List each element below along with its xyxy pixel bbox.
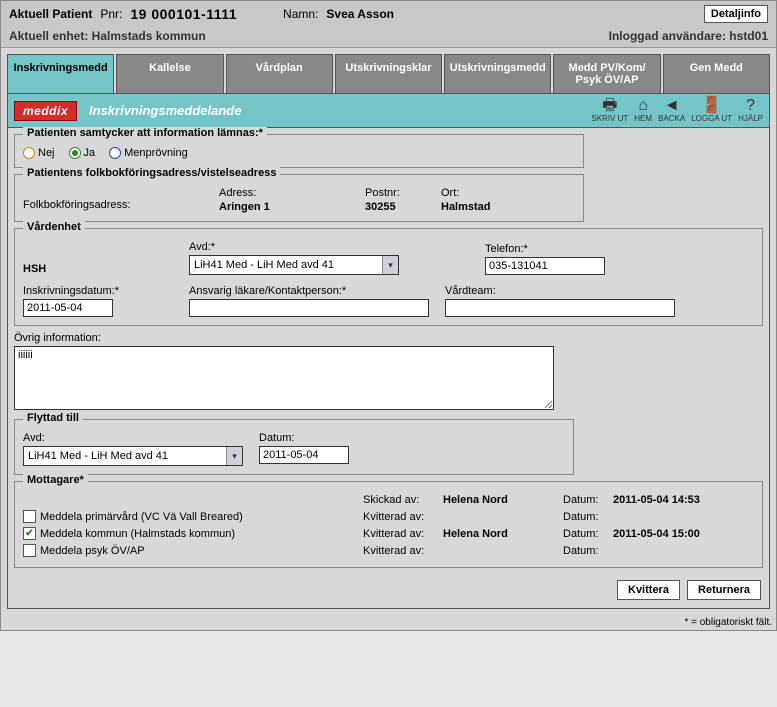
vardenhet-fieldset: Vårdenhet HSH Avd:* LiH41 Med - LiH Med … — [14, 228, 763, 326]
hsh-label: HSH — [23, 263, 173, 275]
chevron-down-icon: ▾ — [226, 447, 242, 465]
adress-legend: Patientens folkbokföringsadress/vistelse… — [23, 167, 280, 179]
kvitterad-av-label: Kvitterad av: — [363, 528, 443, 540]
namn-value: Svea Asson — [326, 7, 394, 21]
radio-nej[interactable]: Nej — [23, 147, 55, 159]
aktuell-patient-label: Aktuell Patient — [9, 7, 92, 21]
kvitterad-datum-label: Datum: — [563, 528, 613, 540]
ovrig-label: Övrig information: — [14, 332, 763, 344]
flyttad-legend: Flyttad till — [23, 412, 83, 424]
topbar: Aktuell Patient Pnr: 19 000101-1111 Namn… — [1, 1, 776, 48]
avd-select[interactable]: LiH41 Med - LiH Med avd 41 ▾ — [189, 255, 399, 275]
radio-menprovning[interactable]: Menprövning — [109, 147, 188, 159]
mottag-checkbox-1[interactable]: ✔ — [23, 527, 36, 540]
ansvarig-input[interactable] — [189, 299, 429, 317]
inskrivningsdatum-input[interactable] — [23, 299, 113, 317]
ovrig-block: Övrig information: iiiiii — [14, 332, 763, 413]
returnera-button[interactable]: Returnera — [687, 580, 761, 600]
mottag-paren: (Halmstads kommun) — [131, 528, 236, 540]
tab-medd-pvkom[interactable]: Medd PV/Kom/ Psyk ÖV/AP — [553, 54, 660, 93]
mottagare-fieldset: Mottagare* Skickad av: Helena Nord Datum… — [14, 481, 763, 568]
skickad-av-value: Helena Nord — [443, 494, 563, 506]
flyttad-avd-label: Avd: — [23, 432, 243, 444]
kvittera-button[interactable]: Kvittera — [617, 580, 680, 600]
vardteam-label: Vårdteam: — [445, 285, 675, 297]
flyttad-datum-input[interactable] — [259, 446, 349, 464]
flyttad-fieldset: Flyttad till Avd: LiH41 Med - LiH Med av… — [14, 419, 574, 475]
inskrivningsdatum-label: Inskrivningsdatum:* — [23, 285, 173, 297]
detaljinfo-button[interactable]: Detaljinfo — [704, 5, 768, 23]
section-bar: meddix Inskrivningsmeddelande 🖶SKRIV UT … — [7, 93, 770, 128]
samtycker-legend: Patienten samtycker att information lämn… — [23, 127, 267, 139]
home-button[interactable]: ⌂HEM — [634, 98, 652, 123]
tab-vardplan[interactable]: Vårdplan — [226, 54, 333, 93]
folkbok-label: Folkbokföringsadress: — [23, 199, 203, 211]
mottag-paren: (VC Vä Vall Breared) — [141, 511, 243, 523]
flyttad-datum-label: Datum: — [259, 432, 349, 444]
postnr-label: Postnr: — [365, 187, 425, 199]
tab-bar: Inskrivningsmedd Kallelse Vårdplan Utskr… — [1, 48, 776, 93]
tab-utskrivningsklar[interactable]: Utskrivningsklar — [335, 54, 442, 93]
ovrig-textarea[interactable]: iiiiii — [14, 346, 554, 410]
logout-button[interactable]: 🚪LOGGA UT — [691, 98, 732, 123]
mottag-label: Meddela psyk ÖV/AP — [40, 545, 145, 557]
avd-label: Avd:* — [189, 241, 399, 253]
namn-label: Namn: — [283, 7, 318, 21]
skickad-av-label: Skickad av: — [363, 494, 443, 506]
mottag-checkbox-2[interactable] — [23, 544, 36, 557]
skickad-datum-label: Datum: — [563, 494, 613, 506]
app-window: Aktuell Patient Pnr: 19 000101-1111 Namn… — [0, 0, 777, 631]
telefon-label: Telefon:* — [485, 243, 605, 255]
home-icon: ⌂ — [638, 98, 648, 114]
vardteam-input[interactable] — [445, 299, 675, 317]
content-area: Patienten samtycker att information lämn… — [7, 128, 770, 609]
inloggad-user: Inloggad användare: hstd01 — [609, 29, 768, 43]
help-icon: ? — [746, 98, 755, 114]
mottag-label: Meddela kommun — [40, 528, 127, 540]
telefon-input[interactable] — [485, 257, 605, 275]
ort-value: Halmstad — [441, 201, 491, 213]
adress-value: Aringen 1 — [219, 201, 349, 213]
chevron-down-icon: ▾ — [382, 256, 398, 274]
adress-label: Adress: — [219, 187, 349, 199]
postnr-value: 30255 — [365, 201, 425, 213]
back-arrow-icon: ◄ — [664, 98, 680, 114]
kvitterad-av-label: Kvitterad av: — [363, 545, 443, 557]
pnr-value: 19 000101-1111 — [130, 6, 237, 22]
kvitterad-datum-label: Datum: — [563, 511, 613, 523]
door-icon: 🚪 — [702, 98, 722, 114]
pnr-label: Pnr: — [100, 7, 122, 21]
radio-ja[interactable]: Ja — [69, 147, 96, 159]
footer-buttons: Kvittera Returnera — [14, 574, 763, 602]
ansvarig-label: Ansvarig läkare/Kontaktperson:* — [189, 285, 429, 297]
print-button[interactable]: 🖶SKRIV UT — [591, 98, 628, 123]
meddix-logo: meddix — [14, 101, 77, 121]
mottag-checkbox-0[interactable] — [23, 510, 36, 523]
kvitterad-datum-value: 2011-05-04 15:00 — [613, 528, 700, 540]
mottag-label: Meddela primärvård — [40, 511, 138, 523]
printer-icon: 🖶 — [602, 98, 617, 114]
section-title: Inskrivningsmeddelande — [89, 103, 591, 118]
adress-fieldset: Patientens folkbokföringsadress/vistelse… — [14, 174, 584, 222]
tab-utskrivningsmedd[interactable]: Utskrivningsmedd — [444, 54, 551, 93]
ort-label: Ort: — [441, 187, 491, 199]
help-button[interactable]: ?HJÄLP — [738, 98, 763, 123]
kvitterad-av-label: Kvitterad av: — [363, 511, 443, 523]
samtycker-fieldset: Patienten samtycker att information lämn… — [14, 134, 584, 168]
aktuell-enhet: Aktuell enhet: Halmstads kommun — [9, 29, 206, 43]
mottagare-legend: Mottagare* — [23, 474, 88, 486]
skickad-datum-value: 2011-05-04 14:53 — [613, 494, 700, 506]
back-button[interactable]: ◄BACKA — [658, 98, 685, 123]
tab-gen-medd[interactable]: Gen Medd — [663, 54, 770, 93]
tab-kallelse[interactable]: Kallelse — [116, 54, 223, 93]
tab-inskrivningsmedd[interactable]: Inskrivningsmedd — [7, 54, 114, 93]
vardenhet-legend: Vårdenhet — [23, 221, 85, 233]
obligatoriskt-note: * = obligatoriskt fält. — [1, 615, 776, 630]
kvitterad-datum-label: Datum: — [563, 545, 613, 557]
kvitterad-av-value: Helena Nord — [443, 528, 563, 540]
flyttad-avd-select[interactable]: LiH41 Med - LiH Med avd 41 ▾ — [23, 446, 243, 466]
